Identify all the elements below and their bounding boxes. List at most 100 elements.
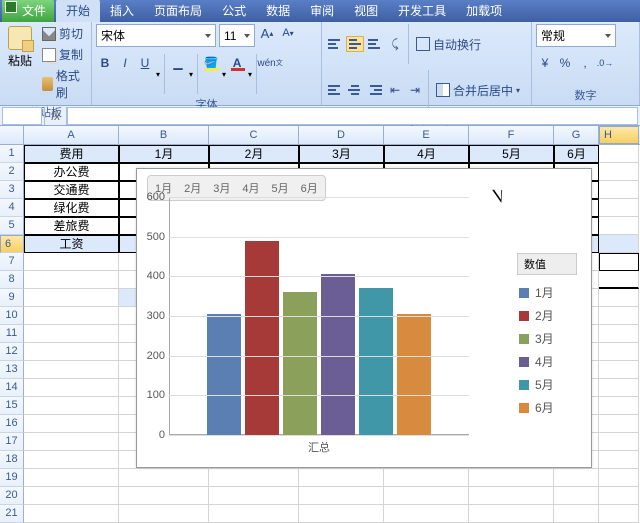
cell[interactable]: [24, 451, 119, 469]
tab-insert[interactable]: 插入: [100, 0, 144, 22]
cell[interactable]: [119, 487, 209, 505]
cell[interactable]: [24, 253, 119, 271]
cell[interactable]: [24, 505, 119, 523]
cell[interactable]: [599, 451, 639, 469]
rowhdr-19[interactable]: 19: [0, 469, 24, 487]
cell[interactable]: [599, 397, 639, 415]
align-center-button[interactable]: [346, 82, 364, 98]
formatbrush-button[interactable]: 格式刷: [39, 66, 87, 102]
cell[interactable]: [384, 487, 469, 505]
align-left-button[interactable]: [326, 82, 344, 98]
chart-tab[interactable]: 4月: [237, 178, 264, 198]
cell[interactable]: [599, 199, 639, 217]
cell[interactable]: [384, 505, 469, 523]
rowhdr-6[interactable]: 6: [0, 235, 24, 253]
align-top-button[interactable]: [326, 36, 344, 52]
cell[interactable]: [599, 469, 639, 487]
orientation-button[interactable]: ⤹: [386, 35, 404, 53]
border-button[interactable]: ▁: [169, 54, 187, 72]
rowhdr-17[interactable]: 17: [0, 433, 24, 451]
chart-tab[interactable]: 6月: [296, 178, 323, 198]
chart-bar[interactable]: [359, 288, 393, 435]
fill-color-button[interactable]: 🪣: [202, 54, 220, 72]
cell[interactable]: [599, 217, 639, 235]
cell[interactable]: 1月: [119, 145, 209, 163]
cell[interactable]: [599, 253, 639, 271]
cell[interactable]: 3月: [299, 145, 384, 163]
cell[interactable]: [599, 379, 639, 397]
cell[interactable]: [24, 307, 119, 325]
cell[interactable]: 绿化费: [24, 199, 119, 217]
bold-button[interactable]: B: [96, 54, 114, 72]
cell[interactable]: [24, 415, 119, 433]
chart-bar[interactable]: [207, 314, 241, 435]
cell[interactable]: [24, 469, 119, 487]
cell[interactable]: [554, 505, 599, 523]
cell[interactable]: [599, 343, 639, 361]
cell[interactable]: 费用: [24, 145, 119, 163]
tab-home[interactable]: 开始: [56, 0, 100, 22]
cut-button[interactable]: 剪切: [39, 24, 87, 43]
rowhdr-2[interactable]: 2: [0, 163, 24, 181]
cell[interactable]: [24, 289, 119, 307]
percent-button[interactable]: %: [556, 54, 574, 72]
formula-input[interactable]: [67, 107, 638, 125]
tab-review[interactable]: 审阅: [300, 0, 344, 22]
cell[interactable]: [209, 505, 299, 523]
rowhdr-14[interactable]: 14: [0, 379, 24, 397]
phonetic-button[interactable]: wén文: [261, 54, 279, 72]
rowhdr-11[interactable]: 11: [0, 325, 24, 343]
cell[interactable]: [599, 145, 639, 163]
select-all-corner[interactable]: [0, 126, 24, 144]
cell[interactable]: [24, 325, 119, 343]
cell[interactable]: [24, 433, 119, 451]
tab-layout[interactable]: 页面布局: [144, 0, 212, 22]
rowhdr-5[interactable]: 5: [0, 217, 24, 235]
rowhdr-9[interactable]: 9: [0, 289, 24, 307]
cell[interactable]: [599, 163, 639, 181]
comma-button[interactable]: ,: [576, 54, 594, 72]
cell[interactable]: [599, 487, 639, 505]
cell[interactable]: [119, 505, 209, 523]
indent-dec-button[interactable]: ⇤: [386, 81, 404, 99]
embedded-chart[interactable]: 1月2月3月4月5月6月 汇总 0100200300400500600 数值 1…: [136, 168, 592, 468]
grow-font-button[interactable]: A▴: [258, 24, 276, 42]
cell[interactable]: [599, 181, 639, 199]
colhdr-D[interactable]: D: [299, 126, 384, 144]
cell[interactable]: [119, 469, 209, 487]
align-right-button[interactable]: [366, 82, 384, 98]
cell[interactable]: 办公费: [24, 163, 119, 181]
cell[interactable]: 5月: [469, 145, 554, 163]
cell[interactable]: [599, 235, 639, 253]
italic-button[interactable]: I: [116, 54, 134, 72]
cell[interactable]: [24, 397, 119, 415]
colhdr-F[interactable]: F: [469, 126, 554, 144]
wrap-text-button[interactable]: 自动换行: [413, 35, 484, 54]
chart-tab[interactable]: 2月: [179, 178, 206, 198]
cell[interactable]: [209, 487, 299, 505]
rowhdr-10[interactable]: 10: [0, 307, 24, 325]
indent-inc-button[interactable]: ⇥: [406, 81, 424, 99]
rowhdr-12[interactable]: 12: [0, 343, 24, 361]
cell[interactable]: [469, 469, 554, 487]
cell[interactable]: [599, 325, 639, 343]
copy-button[interactable]: 复制: [39, 45, 87, 64]
cell[interactable]: [24, 379, 119, 397]
cell[interactable]: [24, 487, 119, 505]
decimal-inc-button[interactable]: .0→: [596, 54, 614, 72]
paste-button[interactable]: 粘贴: [4, 24, 36, 71]
align-bottom-button[interactable]: [366, 36, 384, 52]
chart-tab[interactable]: 3月: [208, 178, 235, 198]
align-middle-button[interactable]: [346, 36, 364, 52]
cell[interactable]: [599, 505, 639, 523]
rowhdr-3[interactable]: 3: [0, 181, 24, 199]
rowhdr-20[interactable]: 20: [0, 487, 24, 505]
cell[interactable]: [599, 307, 639, 325]
cell[interactable]: [554, 469, 599, 487]
merge-center-button[interactable]: 合并后居中▾: [433, 81, 523, 100]
chart-bar[interactable]: [245, 241, 279, 435]
rowhdr-1[interactable]: 1: [0, 145, 24, 163]
colhdr-G[interactable]: G: [554, 126, 599, 144]
cell[interactable]: [469, 487, 554, 505]
cell[interactable]: 工资: [24, 235, 119, 253]
